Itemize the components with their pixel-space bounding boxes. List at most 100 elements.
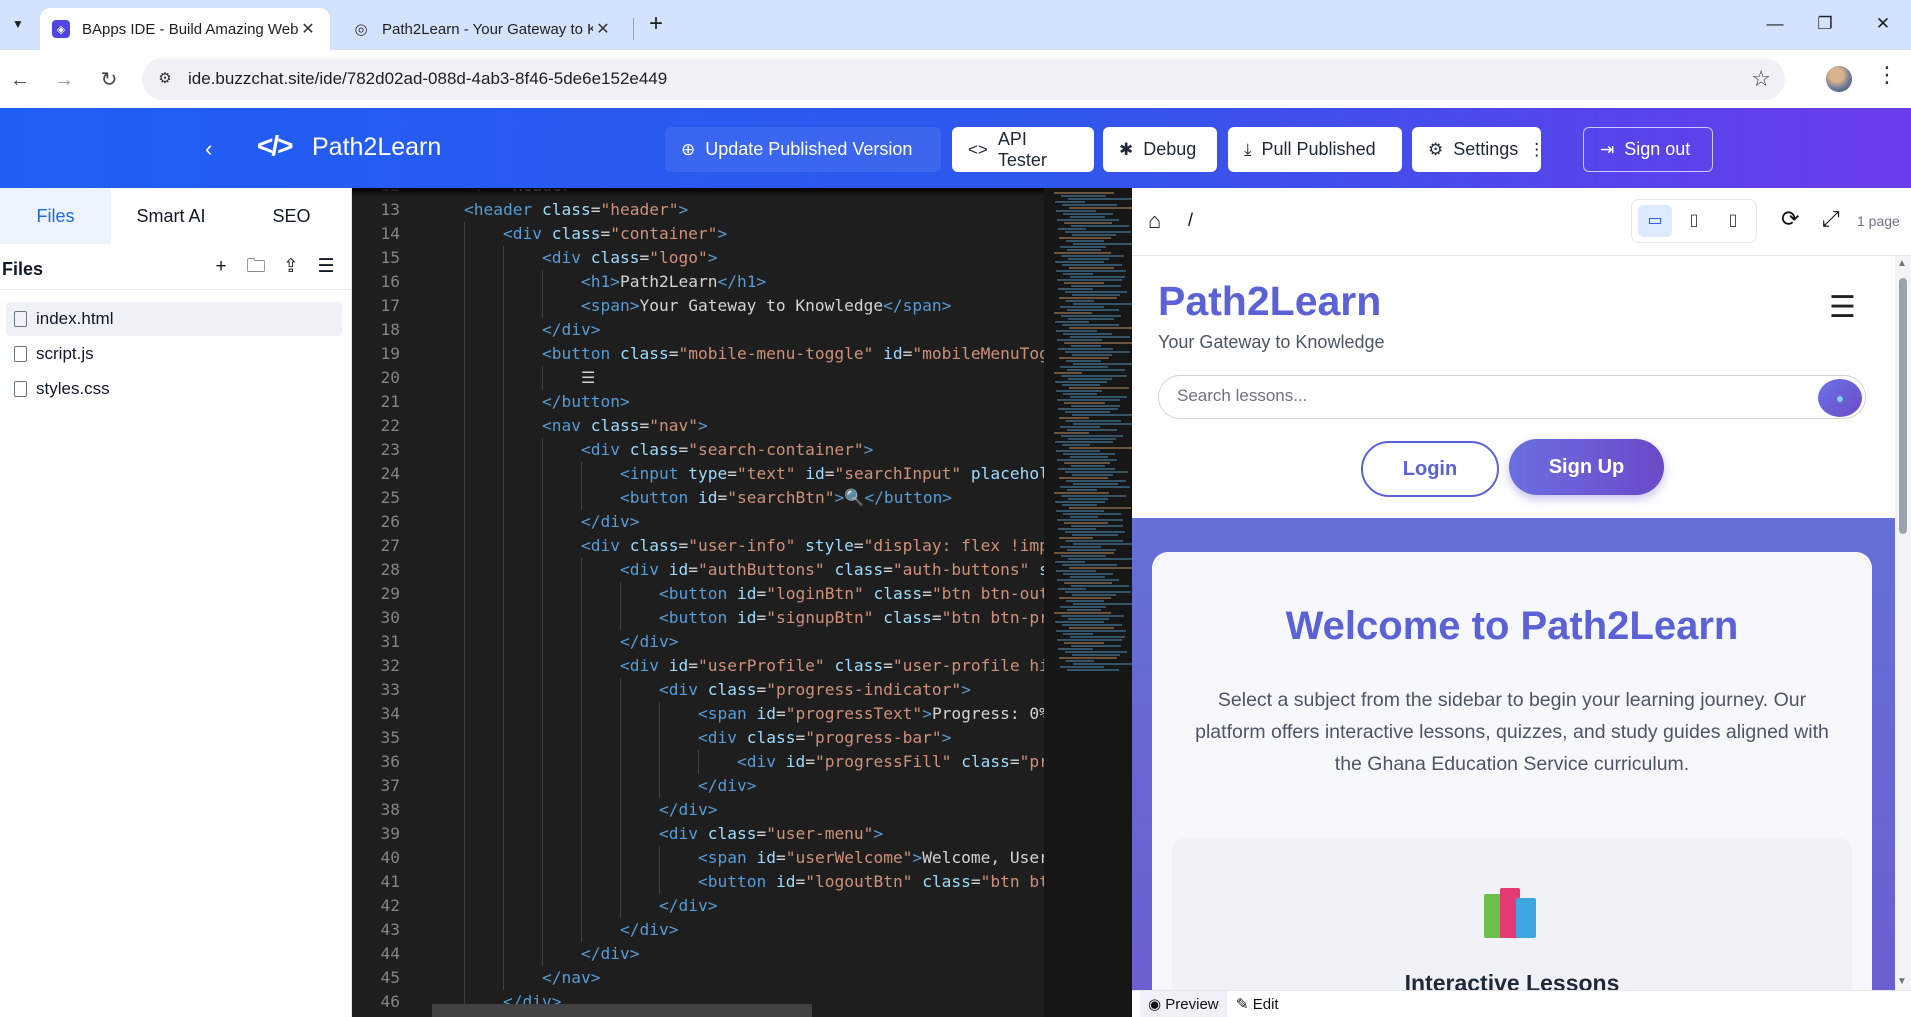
code-editor[interactable]: 12<!-- Header -->13<header class="header… <box>352 188 1132 1017</box>
code-line[interactable]: 31 </div> <box>352 630 1132 654</box>
new-folder-icon[interactable]: 🗀 <box>243 254 269 280</box>
scroll-down-icon[interactable]: ▼ <box>1897 976 1907 987</box>
code-line[interactable]: 21 </button> <box>352 390 1132 414</box>
preview-vertical-scrollbar[interactable]: ▲ ▼ <box>1895 256 1911 990</box>
minimap-line <box>1060 306 1104 308</box>
forward-arrow-icon[interactable]: → <box>49 65 79 95</box>
code-line[interactable]: 37 </div> <box>352 774 1132 798</box>
refresh-icon[interactable]: ⟳ <box>1781 206 1799 232</box>
reload-icon[interactable]: ↻ <box>94 65 124 95</box>
code-line[interactable]: 15 <div class="logo"> <box>352 246 1132 270</box>
line-number: 22 <box>380 416 401 435</box>
code-line[interactable]: 19 <button class="mobile-menu-toggle" id=… <box>352 342 1132 366</box>
close-icon[interactable]: ✕ <box>593 19 613 39</box>
indent-guide <box>503 654 504 678</box>
code-line[interactable]: 25 <button id="searchBtn">🔍</button> <box>352 486 1132 510</box>
code-line[interactable]: 14 <div class="container"> <box>352 222 1132 246</box>
code-line[interactable]: 22 <nav class="nav"> <box>352 414 1132 438</box>
pull-published-button[interactable]: ⤓ Pull Published <box>1228 127 1402 172</box>
site-settings-icon[interactable]: ⚙ <box>154 68 176 90</box>
code-line[interactable]: 16 <h1>Path2Learn</h1> <box>352 270 1132 294</box>
code-line[interactable]: 44 </div> <box>352 942 1132 966</box>
editor-horizontal-scrollbar[interactable] <box>432 1004 812 1017</box>
url-text[interactable]: ide.buzzchat.site/ide/782d02ad-088d-4ab3… <box>188 69 667 89</box>
code-line[interactable]: 40 <span id="userWelcome">Welcome, User <box>352 846 1132 870</box>
expand-icon[interactable]: ⤢ <box>1822 206 1840 232</box>
code-line[interactable]: 24 <input type="text" id="searchInput" pl… <box>352 462 1132 486</box>
code-line[interactable]: 18 </div> <box>352 318 1132 342</box>
code-line[interactable]: 39 <div class="user-menu"> <box>352 822 1132 846</box>
minimap-line <box>1064 462 1110 464</box>
indent-guide <box>464 318 465 342</box>
code-line[interactable]: 28 <div id="authButtons" class="auth-butt… <box>352 558 1132 582</box>
signup-button[interactable]: Sign Up <box>1509 439 1664 495</box>
scrollbar-thumb[interactable] <box>1899 278 1907 534</box>
file-item-script-js[interactable]: script.js <box>6 337 342 371</box>
browser-tab-inactive[interactable]: ◎ Path2Learn - Your Gateway to K ✕ <box>340 8 625 50</box>
sign-out-button[interactable]: ⇥ Sign out <box>1583 127 1713 172</box>
new-file-plus-icon[interactable]: + <box>208 254 234 280</box>
desktop-icon[interactable]: ▭ <box>1638 205 1672 237</box>
code-line[interactable]: 17 <span>Your Gateway to Knowledge</span> <box>352 294 1132 318</box>
code-line[interactable]: 13 <header class="header"> <box>352 198 1132 222</box>
bookmark-star-icon[interactable]: ☆ <box>1751 66 1771 92</box>
code-line[interactable]: 29 <button id="loginBtn" class="btn btn-o… <box>352 582 1132 606</box>
file-item-index-html[interactable]: index.html <box>6 302 342 336</box>
code-line[interactable]: 27 <div class="user-info" style="display:… <box>352 534 1132 558</box>
code-line[interactable]: 35 <div class="progress-bar"> <box>352 726 1132 750</box>
code-line[interactable]: 41 <button id="logoutBtn" class="btn bt <box>352 870 1132 894</box>
preview-tab[interactable]: ◉ Preview <box>1140 991 1227 1017</box>
home-icon[interactable]: ⌂ <box>1148 208 1161 234</box>
code-line[interactable]: 32 <div id="userProfile" class="user-prof… <box>352 654 1132 678</box>
back-arrow-icon[interactable]: ← <box>5 65 35 95</box>
code-line[interactable]: 34 <span id="progressText">Progress: 0% <box>352 702 1132 726</box>
tab-seo[interactable]: SEO <box>231 188 352 244</box>
search-input[interactable] <box>1177 386 1777 406</box>
code-line[interactable]: 45 </nav> <box>352 966 1132 990</box>
mobile-icon[interactable]: ▯ <box>1716 205 1750 237</box>
code-line[interactable]: 33 <div class="progress-indicator"> <box>352 678 1132 702</box>
api-tester-button[interactable]: <> API Tester <box>952 127 1094 172</box>
login-button[interactable]: Login <box>1361 441 1499 497</box>
feature-card[interactable]: Interactive Lessons <box>1172 838 1852 990</box>
address-bar[interactable]: ⚙ ide.buzzchat.site/ide/782d02ad-088d-4a… <box>142 58 1785 100</box>
tab-smart-ai[interactable]: Smart AI <box>111 188 231 244</box>
minimize-icon[interactable]: — <box>1755 10 1795 38</box>
restore-icon[interactable]: ❐ <box>1805 10 1845 38</box>
editor-minimap[interactable] <box>1044 188 1132 1017</box>
search-icon[interactable]: ● <box>1818 379 1862 417</box>
minimap-line <box>1062 324 1119 326</box>
code-line[interactable]: 20 ☰ <box>352 366 1132 390</box>
update-published-version-button[interactable]: ⊕ Update Published Version <box>665 127 941 172</box>
indent-guide <box>620 726 621 750</box>
file-item-styles-css[interactable]: styles.css <box>6 372 342 406</box>
minimap-line <box>1061 255 1124 257</box>
hamburger-menu-icon[interactable]: ☰ <box>1829 290 1856 325</box>
debug-button[interactable]: ✱ Debug <box>1103 127 1217 172</box>
browser-tab-active[interactable]: ◈ BApps IDE - Build Amazing Web ✕ <box>40 8 330 50</box>
code-line[interactable]: 23 <div class="search-container"> <box>352 438 1132 462</box>
tab-search-dropdown[interactable]: ▼ <box>6 10 30 38</box>
profile-avatar[interactable] <box>1826 66 1852 92</box>
tablet-icon[interactable]: ▯ <box>1677 205 1711 237</box>
code-line[interactable]: 36 <div id="progressFill" class="pr <box>352 750 1132 774</box>
code-line[interactable]: 30 <button id="signupBtn" class="btn btn-… <box>352 606 1132 630</box>
upload-icon[interactable]: ⇪ <box>278 254 304 280</box>
chevron-left-icon[interactable]: ‹ <box>205 136 212 162</box>
tab-files[interactable]: Files <box>0 188 111 244</box>
settings-button[interactable]: ⚙ Settings ⋮ <box>1412 127 1545 172</box>
code-line[interactable]: 38 </div> <box>352 798 1132 822</box>
code-line[interactable]: 26 </div> <box>352 510 1132 534</box>
new-tab-plus-icon[interactable]: + <box>643 12 669 38</box>
minimap-line <box>1063 573 1113 575</box>
storage-icon[interactable]: ☰ <box>313 254 339 280</box>
browser-menu-icon[interactable]: ⋮ <box>1876 62 1898 88</box>
scroll-up-icon[interactable]: ▲ <box>1897 258 1907 269</box>
edit-tab[interactable]: ✎ Edit <box>1228 991 1287 1017</box>
window-close-icon[interactable]: ✕ <box>1863 10 1903 38</box>
minimap-line <box>1054 312 1092 314</box>
code-line[interactable]: 42 </div> <box>352 894 1132 918</box>
close-icon[interactable]: ✕ <box>298 19 318 39</box>
minimap-line <box>1064 522 1108 524</box>
code-line[interactable]: 43 </div> <box>352 918 1132 942</box>
